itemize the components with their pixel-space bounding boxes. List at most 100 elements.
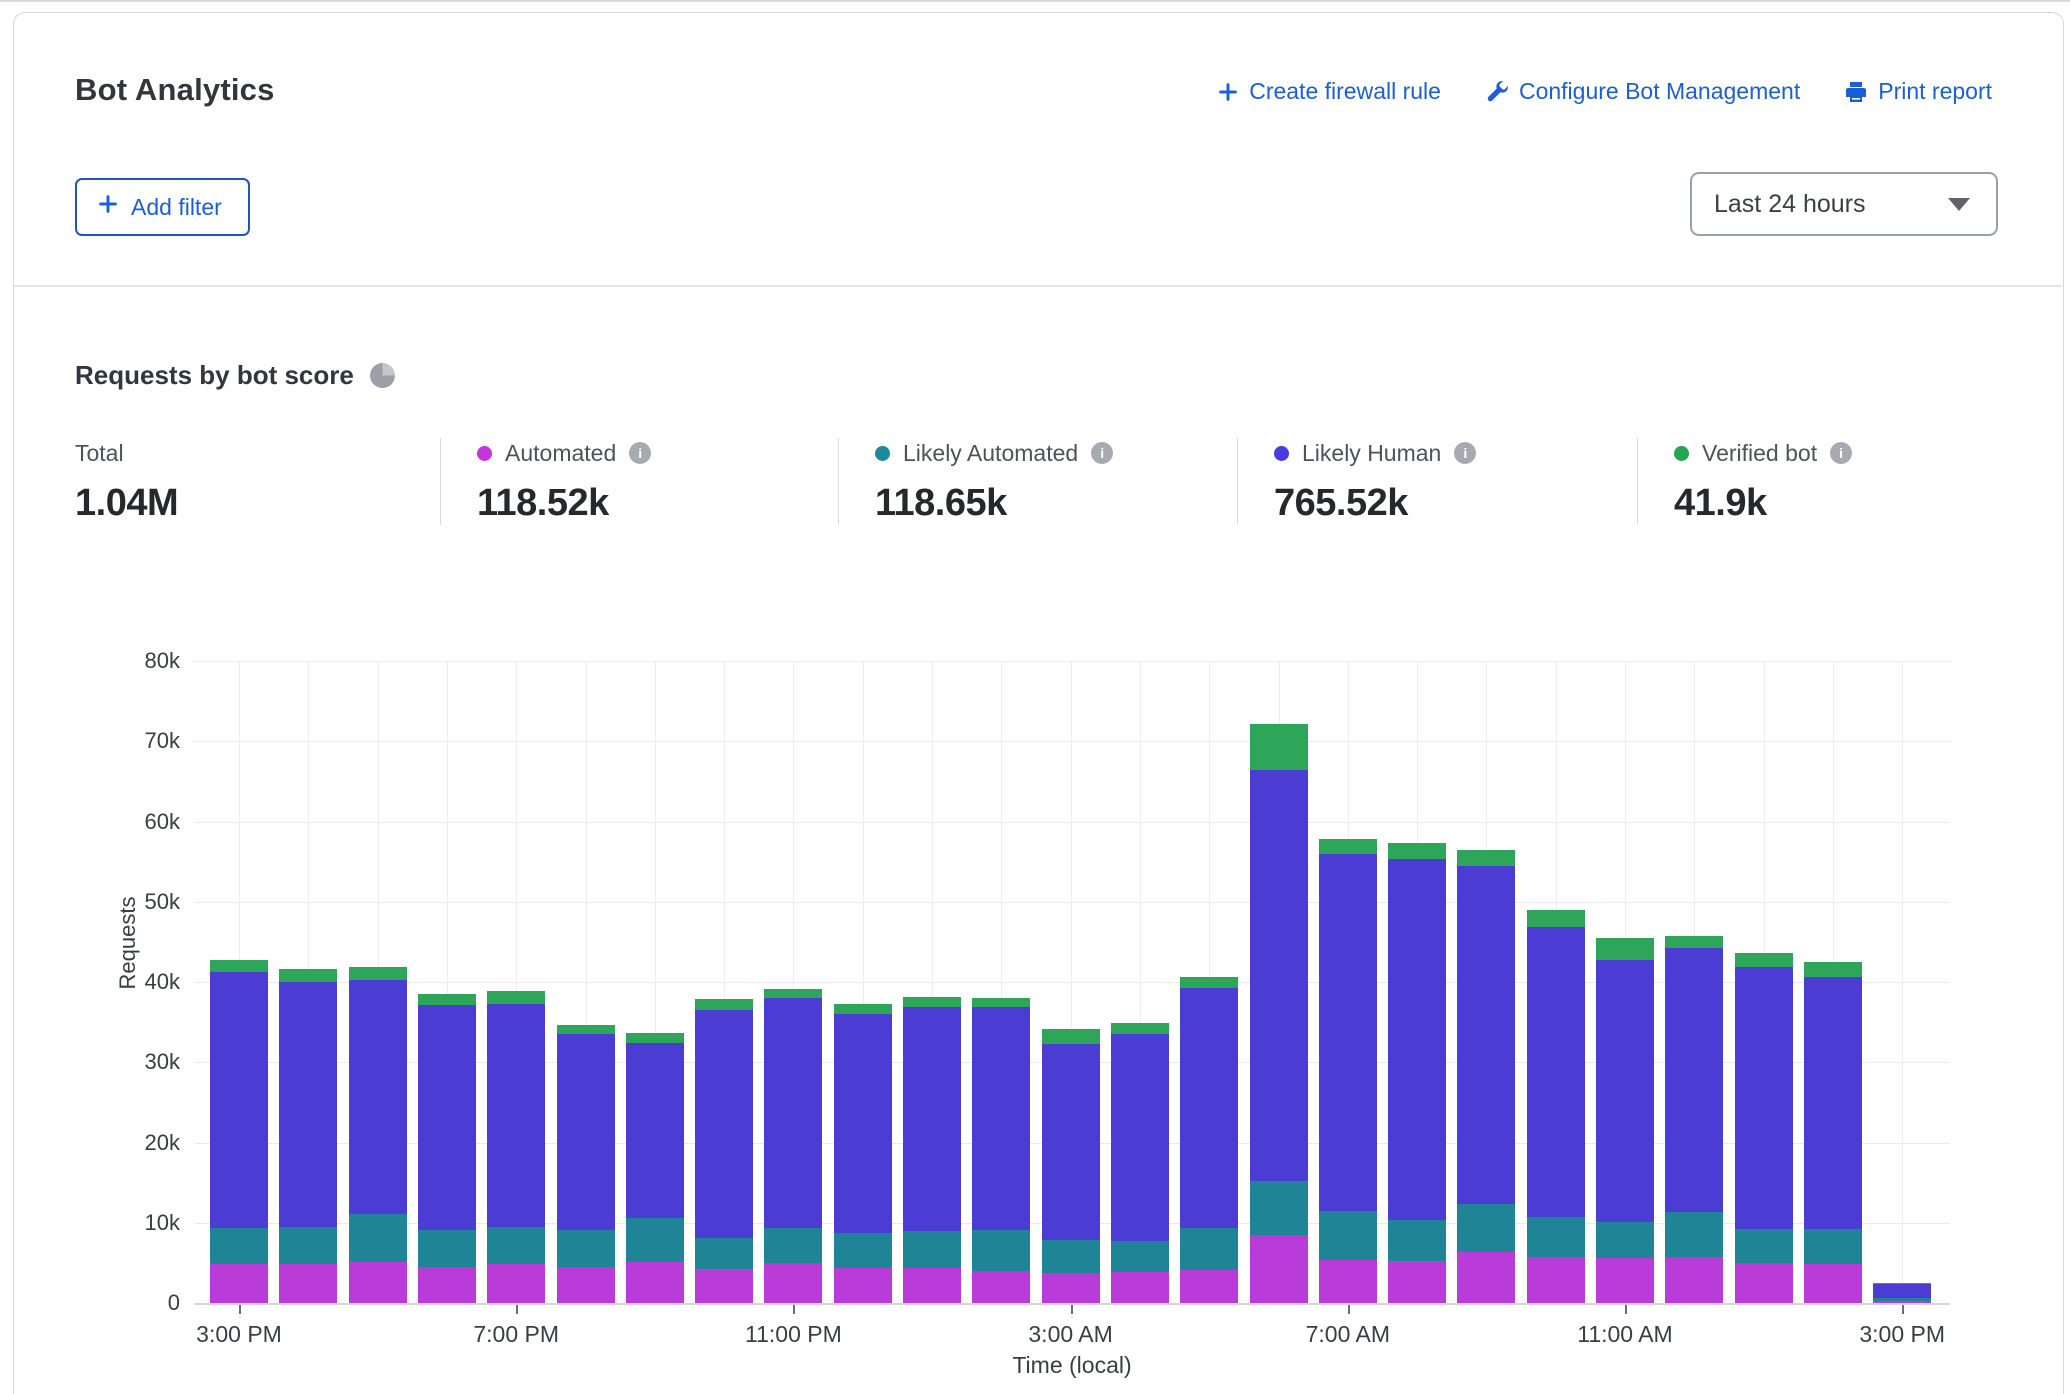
- segment-likely-automated: [1457, 1204, 1515, 1251]
- bar-300pm[interactable]: [210, 661, 268, 1303]
- segment-verified-bot: [1111, 1023, 1169, 1034]
- segment-automated: [349, 1262, 407, 1303]
- bar-700am[interactable]: [1319, 661, 1377, 1303]
- bar-200am[interactable]: [972, 661, 1030, 1303]
- segment-verified-bot: [626, 1033, 684, 1043]
- segment-likely-automated: [279, 1227, 337, 1265]
- segment-verified-bot: [1042, 1029, 1100, 1044]
- add-filter-button[interactable]: Add filter: [75, 178, 250, 236]
- segment-likely-automated: [487, 1227, 545, 1265]
- stat-verified-bot: Verified bot i 41.9k: [1637, 438, 2057, 525]
- create-firewall-rule-link[interactable]: Create firewall rule: [1217, 78, 1441, 105]
- segment-likely-human: [1804, 977, 1862, 1229]
- segment-likely-automated: [418, 1230, 476, 1267]
- bar-500am[interactable]: [1180, 661, 1238, 1303]
- bar-400pm[interactable]: [279, 661, 337, 1303]
- stat-total-label: Total: [75, 440, 124, 467]
- segment-automated: [834, 1268, 892, 1303]
- segment-likely-automated: [903, 1231, 961, 1268]
- time-range-select[interactable]: Last 24 hours: [1690, 172, 1998, 236]
- segment-likely-human: [1735, 967, 1793, 1229]
- bar-200pm[interactable]: [1804, 661, 1862, 1303]
- segment-likely-human: [210, 972, 268, 1228]
- segment-verified-bot: [210, 960, 268, 972]
- segment-likely-automated: [1042, 1240, 1100, 1273]
- segment-automated: [903, 1268, 961, 1303]
- bar-800pm[interactable]: [557, 661, 615, 1303]
- segment-automated: [1804, 1264, 1862, 1303]
- bar-700pm[interactable]: [487, 661, 545, 1303]
- chevron-down-icon: [1948, 198, 1970, 211]
- stats-row: Total 1.04M Automated i 118.52k Likely A…: [75, 438, 2057, 525]
- segment-automated: [279, 1264, 337, 1303]
- segment-verified-bot: [1873, 1283, 1931, 1284]
- header-divider: [14, 285, 2062, 287]
- bot-analytics-page: Bot Analytics Create firewall rule Confi…: [0, 0, 2070, 1394]
- stat-likely-human: Likely Human i 765.52k: [1237, 438, 1637, 525]
- print-report-link[interactable]: Print report: [1844, 78, 1992, 105]
- segment-automated: [972, 1271, 1030, 1303]
- segment-verified-bot: [1665, 936, 1723, 948]
- segment-verified-bot: [1457, 850, 1515, 867]
- bar-900pm[interactable]: [626, 661, 684, 1303]
- segment-verified-bot: [834, 1004, 892, 1014]
- segment-automated: [557, 1267, 615, 1303]
- info-icon[interactable]: i: [629, 442, 651, 464]
- stat-total-value: 1.04M: [75, 482, 440, 525]
- bar-800am[interactable]: [1388, 661, 1446, 1303]
- add-filter-label: Add filter: [131, 194, 222, 221]
- segment-verified-bot: [279, 969, 337, 982]
- configure-bot-management-link[interactable]: Configure Bot Management: [1485, 78, 1800, 105]
- time-range-value: Last 24 hours: [1714, 190, 1866, 219]
- segment-likely-human: [834, 1014, 892, 1233]
- bar-300am[interactable]: [1042, 661, 1100, 1303]
- bar-400am[interactable]: [1111, 661, 1169, 1303]
- printer-icon: [1844, 80, 1868, 104]
- bar-1100am[interactable]: [1596, 661, 1654, 1303]
- verified-bot-dot: [1674, 446, 1689, 461]
- segment-likely-automated: [1319, 1211, 1377, 1260]
- segment-automated: [1665, 1257, 1723, 1303]
- top-edge-divider: [0, 0, 2070, 2]
- segment-verified-bot: [1596, 938, 1654, 960]
- section-title: Requests by bot score: [75, 360, 354, 391]
- segment-automated: [210, 1264, 268, 1303]
- automated-dot: [477, 446, 492, 461]
- segment-automated: [1873, 1301, 1931, 1303]
- bar-100pm[interactable]: [1735, 661, 1793, 1303]
- segment-likely-human: [903, 1007, 961, 1231]
- chart-plot: [195, 661, 1950, 1303]
- bar-1000am[interactable]: [1527, 661, 1585, 1303]
- segment-automated: [487, 1264, 545, 1303]
- segment-verified-bot: [418, 994, 476, 1005]
- bar-1000pm[interactable]: [695, 661, 753, 1303]
- segment-automated: [695, 1269, 753, 1303]
- section-title-row: Requests by bot score: [75, 360, 395, 391]
- segment-likely-human: [1665, 948, 1723, 1212]
- segment-likely-human: [1457, 866, 1515, 1204]
- segment-likely-human: [1388, 859, 1446, 1220]
- segment-likely-automated: [1804, 1229, 1862, 1264]
- bar-100am[interactable]: [903, 661, 961, 1303]
- plus-icon: [1217, 81, 1239, 103]
- segment-verified-bot: [557, 1025, 615, 1034]
- info-icon[interactable]: i: [1454, 442, 1476, 464]
- bar-600am[interactable]: [1250, 661, 1308, 1303]
- bar-900am[interactable]: [1457, 661, 1515, 1303]
- bar-1200pm[interactable]: [1665, 661, 1723, 1303]
- info-icon[interactable]: i: [1830, 442, 1852, 464]
- segment-likely-automated: [695, 1238, 753, 1269]
- segment-likely-automated: [1250, 1181, 1308, 1235]
- bar-1100pm[interactable]: [764, 661, 822, 1303]
- segment-automated: [418, 1267, 476, 1303]
- segment-likely-automated: [349, 1214, 407, 1262]
- bar-1200am[interactable]: [834, 661, 892, 1303]
- stat-likely-automated-label: Likely Automated: [903, 440, 1078, 467]
- bar-500pm[interactable]: [349, 661, 407, 1303]
- header-actions: Create firewall rule Configure Bot Manag…: [1217, 78, 1992, 105]
- page-title: Bot Analytics: [75, 72, 275, 108]
- info-icon[interactable]: i: [1091, 442, 1113, 464]
- bar-300pm[interactable]: [1873, 661, 1931, 1303]
- bar-600pm[interactable]: [418, 661, 476, 1303]
- segment-verified-bot: [1735, 953, 1793, 967]
